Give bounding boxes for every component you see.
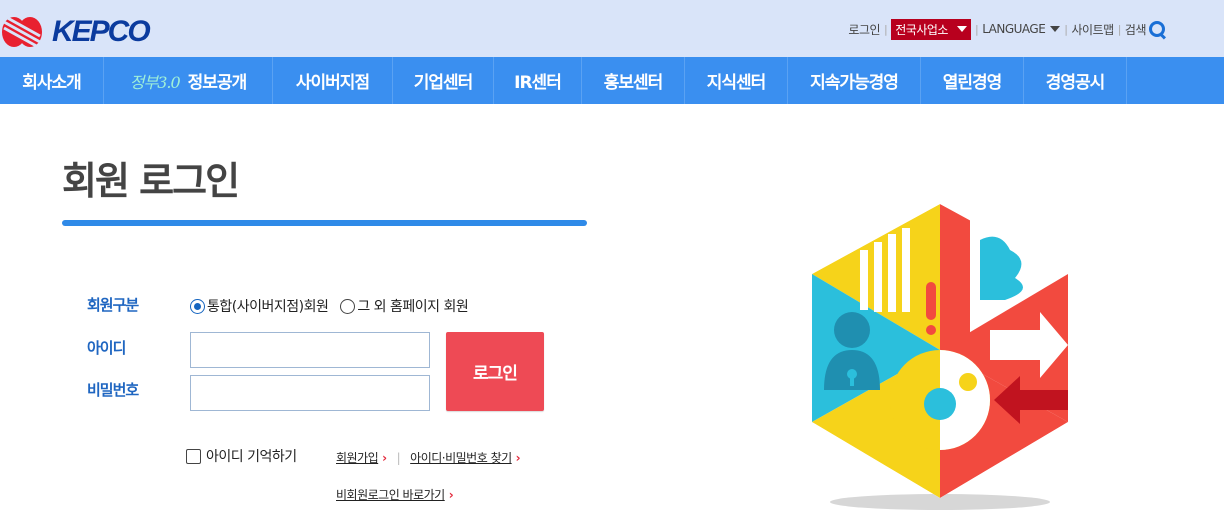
nav-label: 정보공개: [187, 73, 248, 93]
kepco-logo[interactable]: KEPCO: [0, 14, 151, 50]
page-title: 회원 로그인: [62, 159, 240, 203]
radio-integrated-member[interactable]: [190, 298, 205, 314]
util-login-link[interactable]: 로그인: [848, 21, 880, 38]
nav-item-sustainability[interactable]: 지속가능경영: [788, 57, 921, 104]
language-label: LANGUAGE: [982, 22, 1046, 36]
nav-label: 지식센터: [706, 73, 767, 93]
radio-other-member[interactable]: [340, 298, 356, 314]
radio-other-label[interactable]: 그 외 홈페이지 회원: [357, 296, 468, 316]
nav-item-ir-center[interactable]: IR센터: [494, 57, 582, 104]
guest-login-link[interactable]: 비회원로그인 바로가기: [336, 486, 445, 503]
nav-item-management-disclosure[interactable]: 경영공시: [1024, 57, 1127, 104]
divider: |: [1064, 22, 1068, 36]
nav-label: 회사소개: [22, 73, 82, 93]
nav-item-pr-center[interactable]: 홍보센터: [582, 57, 685, 104]
password-input[interactable]: [190, 375, 430, 411]
find-account-link[interactable]: 아이디·비밀번호 찾기: [410, 449, 512, 466]
divider: |: [974, 22, 979, 36]
radio-integrated-label[interactable]: 통합(사이버지점)회원: [207, 296, 329, 316]
remember-id-label[interactable]: 아이디 기억하기: [206, 446, 297, 466]
remember-id-checkbox[interactable]: [186, 448, 201, 464]
divider: |: [1117, 22, 1122, 36]
chevron-down-icon: [956, 26, 967, 32]
nav-item-info-disclosure[interactable]: 정부3.0 정보공개: [104, 57, 273, 104]
nav-item-cyber-branch[interactable]: 사이버지점: [273, 57, 393, 104]
nav-item-company[interactable]: 회사소개: [0, 57, 104, 104]
kepco-logo-icon: [2, 14, 42, 50]
id-input[interactable]: [190, 332, 430, 368]
main-nav: 회사소개 정부3.0 정보공개 사이버지점 기업센터 IR센터 홍보센터 지식센…: [0, 57, 1224, 104]
nav-item-knowledge-center[interactable]: 지식센터: [685, 57, 788, 104]
search-label: 검색: [1124, 22, 1147, 37]
language-dropdown[interactable]: LANGUAGE: [982, 22, 1061, 36]
search-icon: [1148, 20, 1166, 38]
regional-label: 전국사업소: [895, 22, 948, 37]
login-key-illustration: [812, 204, 1068, 510]
sitemap-link[interactable]: 사이트맵: [1072, 21, 1115, 38]
guest-links: 비회원로그인 바로가기 ›: [336, 486, 454, 503]
chevron-right-icon: ›: [515, 450, 521, 465]
gov30-badge: 정부3.0: [129, 72, 181, 92]
nav-label: 기업센터: [413, 73, 474, 93]
member-type-label: 회원구분: [87, 296, 139, 314]
chevron-right-icon: ›: [382, 450, 387, 465]
nav-label: 경영공시: [1045, 73, 1106, 93]
nav-label: 지속가능경영: [810, 73, 899, 93]
top-bar: KEPCO 로그인 | 전국사업소 | LANGUAGE | 사이트맵 | 검색: [0, 0, 1224, 58]
title-underline: [62, 220, 587, 226]
nav-label: 홍보센터: [603, 73, 664, 93]
divider: |: [884, 22, 888, 36]
logo-text: KEPCO: [52, 15, 151, 48]
account-links: 회원가입 › | 아이디·비밀번호 찾기 ›: [336, 449, 521, 466]
member-type-group: 통합(사이버지점)회원 그 외 홈페이지 회원: [190, 296, 469, 316]
join-link[interactable]: 회원가입: [336, 449, 379, 466]
login-button[interactable]: 로그인: [446, 332, 544, 411]
remember-id-row: 아이디 기억하기: [186, 446, 297, 466]
nav-item-open-management[interactable]: 열린경영: [921, 57, 1024, 104]
chevron-down-icon: [1050, 26, 1061, 32]
search-link[interactable]: 검색: [1125, 20, 1166, 38]
nav-label: 사이버지점: [295, 73, 370, 93]
chevron-right-icon: ›: [448, 487, 454, 502]
nav-item-business-center[interactable]: 기업센터: [393, 57, 494, 104]
nav-label: 열린경영: [942, 73, 1003, 93]
divider: |: [396, 450, 401, 465]
password-label: 비밀번호: [87, 381, 139, 399]
nav-label: IR센터: [514, 73, 562, 93]
id-label: 아이디: [87, 339, 126, 357]
regional-dropdown[interactable]: 전국사업소: [891, 18, 971, 40]
utility-menu: 로그인 | 전국사업소 | LANGUAGE | 사이트맵 | 검색: [848, 18, 1166, 40]
